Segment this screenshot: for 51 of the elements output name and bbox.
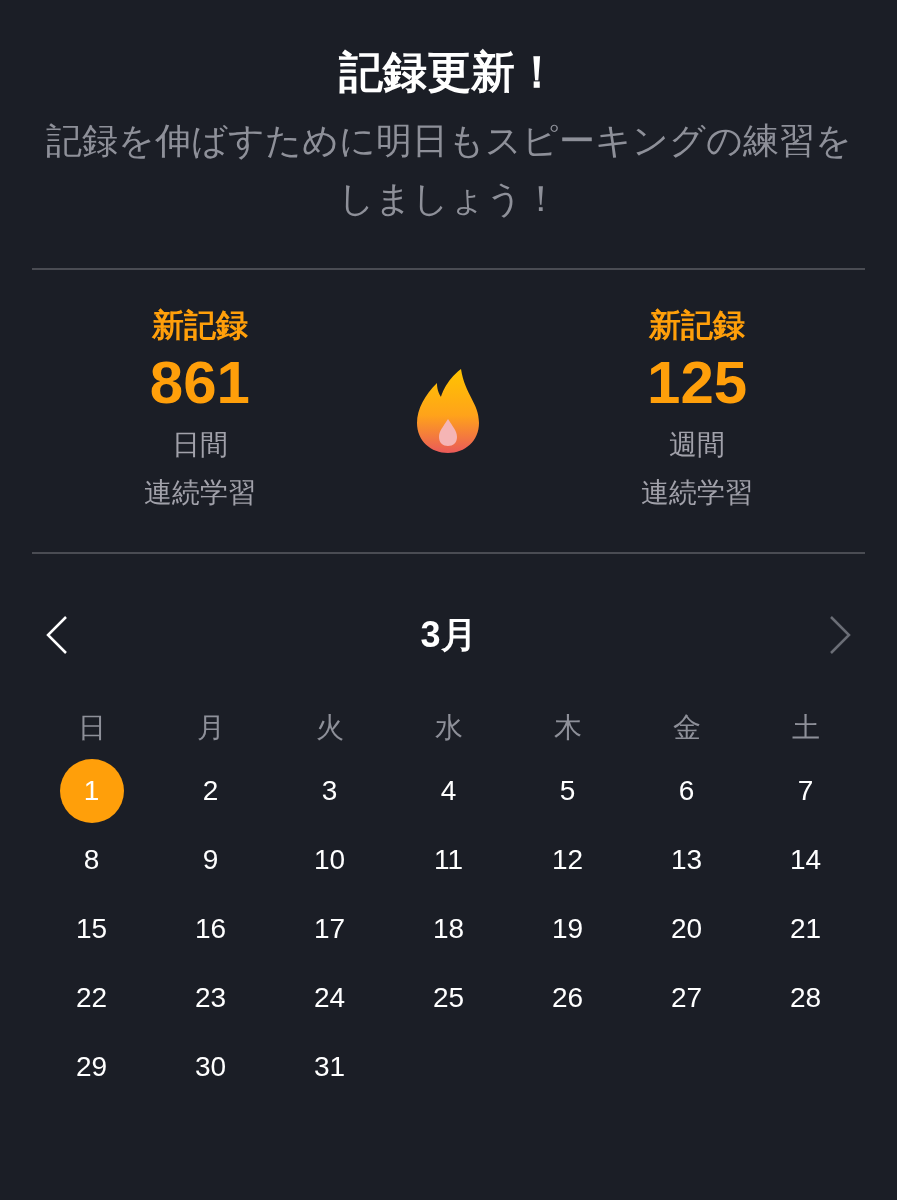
calendar-day[interactable]: 11	[416, 827, 481, 892]
calendar-day[interactable]: 29	[59, 1034, 124, 1099]
weekday-label: 火	[314, 711, 345, 745]
weekday-label: 水	[433, 711, 464, 745]
weekday-label: 木	[552, 711, 583, 745]
month-title: 3月	[420, 613, 477, 657]
calendar-day[interactable]: 27	[654, 965, 719, 1030]
calendar-day[interactable]: 12	[535, 827, 600, 892]
calendar-day[interactable]: 6	[654, 758, 719, 823]
page-title: 記録更新！	[338, 46, 559, 98]
chevron-right-icon	[827, 615, 853, 655]
calendar-day[interactable]: 7	[773, 758, 838, 823]
calendar-day[interactable]: 30	[178, 1034, 243, 1099]
calendar-day[interactable]: 19	[535, 896, 600, 961]
calendar-day[interactable]: 25	[416, 965, 481, 1030]
calendar-day[interactable]: 2	[178, 758, 243, 823]
weekday-label: 月	[195, 711, 226, 745]
calendar-day[interactable]: 15	[59, 896, 124, 961]
calendar-day[interactable]: 18	[416, 896, 481, 961]
calendar-day[interactable]: 24	[297, 965, 362, 1030]
calendar-day[interactable]: 17	[297, 896, 362, 961]
record-label: 新記録	[151, 306, 248, 345]
record-label: 新記録	[649, 306, 746, 345]
weekday-label: 土	[790, 711, 821, 745]
calendar-day[interactable]: 8	[59, 827, 124, 892]
calendar-day[interactable]: 26	[535, 965, 600, 1030]
calendar-day[interactable]: 23	[178, 965, 243, 1030]
subtitle: 記録を伸ばすために明日もスピーキングの練習をしましょう！	[44, 119, 853, 221]
calendar-day[interactable]: 4	[416, 758, 481, 823]
calendar-day[interactable]: 31	[297, 1034, 362, 1099]
weekday-label: 金	[671, 711, 702, 745]
calendar-day[interactable]: 16	[178, 896, 243, 961]
calendar-day[interactable]: 20	[654, 896, 719, 961]
calendar-day[interactable]: 13	[654, 827, 719, 892]
calendar-day[interactable]: 22	[59, 965, 124, 1030]
calendar-day[interactable]: 14	[773, 827, 838, 892]
streak-count: 861	[149, 348, 250, 418]
calendar-day[interactable]: 3	[297, 758, 362, 823]
streak-label: 連続学習	[641, 476, 754, 510]
calendar-day[interactable]: 21	[773, 896, 838, 961]
streak-count: 125	[647, 348, 748, 418]
streak-unit: 週間	[669, 428, 726, 462]
flame-icon	[415, 367, 482, 455]
calendar-day[interactable]: 9	[178, 827, 243, 892]
calendar-day[interactable]: 5	[535, 758, 600, 823]
calendar-day[interactable]: 10	[297, 827, 362, 892]
calendar-day[interactable]: 28	[773, 965, 838, 1030]
weekday-label: 日	[76, 711, 107, 745]
streak-unit: 日間	[171, 428, 228, 462]
chevron-left-icon	[44, 615, 70, 655]
streak-label: 連続学習	[143, 476, 256, 510]
